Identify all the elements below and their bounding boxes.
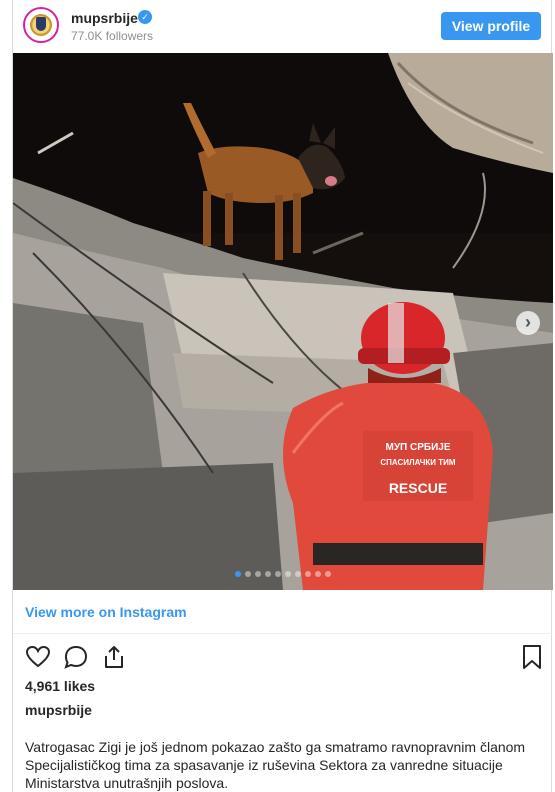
carousel-dot[interactable] [325, 571, 331, 577]
like-count[interactable]: 4,961 likes [25, 678, 95, 694]
post-header: mupsrbije ✓ 77.0K followers View profile [13, 0, 553, 52]
share-icon[interactable] [101, 644, 127, 670]
carousel-dot[interactable] [265, 571, 271, 577]
comment-icon[interactable] [63, 644, 89, 670]
instagram-embed: mupsrbije ✓ 77.0K followers View profile [12, 0, 553, 792]
carousel-dot[interactable] [245, 571, 251, 577]
next-slide-button[interactable]: › [516, 311, 540, 335]
post-image[interactable]: МУП СРБИЈЕ СПАСИЛАЧКИ ТИМ RESCUE › [13, 53, 553, 590]
bookmark-icon[interactable] [519, 644, 545, 670]
jacket-text-1: МУП СРБИЈЕ [385, 442, 450, 453]
divider [13, 633, 553, 634]
jacket-text-2: СПАСИЛАЧКИ ТИМ [380, 458, 456, 467]
caption-username[interactable]: mupsrbije [25, 702, 92, 718]
carousel-dot[interactable] [305, 571, 311, 577]
carousel-dot[interactable] [295, 571, 301, 577]
rescue-scene-illustration: МУП СРБИЈЕ СПАСИЛАЧКИ ТИМ RESCUE [13, 53, 553, 590]
verified-badge-icon: ✓ [138, 10, 152, 24]
carousel-dot[interactable] [255, 571, 261, 577]
carousel-dot[interactable] [235, 571, 241, 577]
carousel-dots [13, 571, 553, 577]
carousel-dot[interactable] [285, 571, 291, 577]
follower-count: 77.0K followers [71, 29, 154, 43]
avatar[interactable] [23, 7, 59, 43]
carousel-dot[interactable] [275, 571, 281, 577]
view-more-link[interactable]: View more on Instagram [25, 604, 187, 620]
caption-text: Vatrogasac Zigi je još jednom pokazao za… [25, 739, 526, 791]
jacket-text-3: RESCUE [389, 480, 447, 496]
heart-icon[interactable] [25, 644, 51, 670]
post-actions [21, 644, 545, 670]
view-profile-button[interactable]: View profile [441, 12, 541, 40]
carousel-dot[interactable] [315, 571, 321, 577]
username[interactable]: mupsrbije [71, 10, 138, 26]
